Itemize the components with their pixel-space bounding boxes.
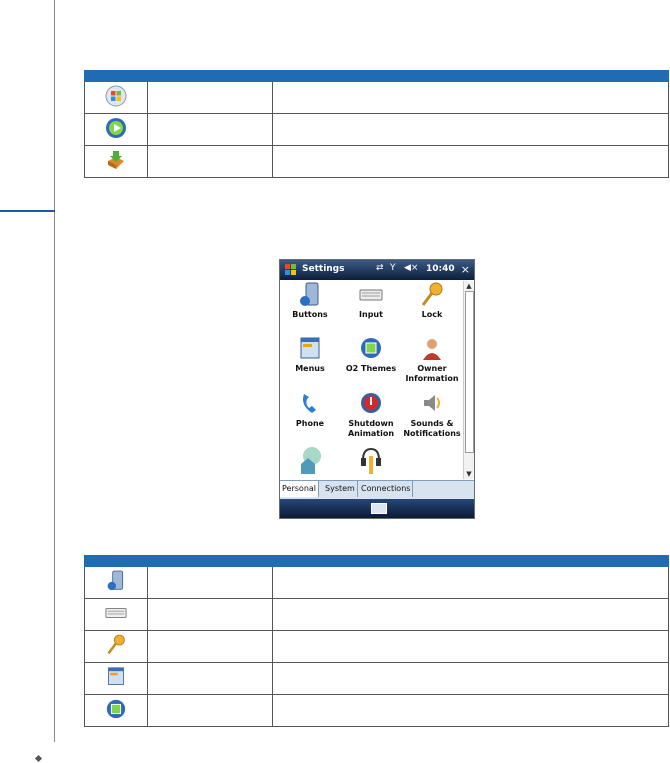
table-row <box>84 662 669 695</box>
scroll-down-icon[interactable]: ▼ <box>465 470 473 478</box>
themes-icon <box>84 694 148 727</box>
menus-icon <box>84 662 148 695</box>
icon-table-2 <box>84 555 669 727</box>
buttons-icon <box>300 282 319 306</box>
page-margin-line <box>54 0 55 742</box>
scroll-thumb[interactable] <box>465 291 474 453</box>
phone-icon <box>303 394 316 413</box>
table-row <box>84 598 669 631</box>
footer-bullet <box>34 754 43 763</box>
start-menu-icon <box>84 81 148 114</box>
keyboard-icon <box>359 289 383 301</box>
tab-system[interactable]: System <box>323 481 358 497</box>
key-icon <box>421 282 443 306</box>
signal-icon[interactable]: Y <box>390 263 396 273</box>
settings-item-lock[interactable]: Lock <box>402 282 462 320</box>
settings-item-o2-themes[interactable]: O2 Themes <box>341 336 401 374</box>
close-icon[interactable]: × <box>461 263 470 276</box>
settings-item-buttons[interactable]: Buttons <box>280 282 340 320</box>
connectivity-icon[interactable]: ⇄ <box>376 263 384 273</box>
sounds-icon <box>424 395 440 411</box>
device-screenshot: Settings ⇄ Y ◀× 10:40 × Buttons Input Lo… <box>279 259 475 519</box>
settings-item-voice-speed-dial[interactable] <box>341 446 401 476</box>
menus-icon <box>300 337 320 359</box>
keyboard-icon <box>84 598 148 631</box>
tab-personal[interactable]: Personal <box>280 481 320 497</box>
settings-item-menus[interactable]: Menus <box>280 336 340 374</box>
windows-start-icon[interactable] <box>284 263 297 276</box>
themes-icon <box>361 338 381 358</box>
scrollbar[interactable]: ▲ ▼ <box>463 281 474 479</box>
chapter-marker <box>0 210 55 212</box>
icon-table-1 <box>84 70 669 178</box>
table-row <box>84 145 669 178</box>
table-row <box>84 566 669 599</box>
keyboard-toggle-icon[interactable] <box>371 503 387 514</box>
settings-item-owner-information[interactable]: Owner Information <box>402 336 462 384</box>
key-icon <box>84 630 148 663</box>
settings-item-sounds-notifications[interactable]: Sounds & Notifications <box>402 391 462 439</box>
table-row <box>84 630 669 663</box>
settings-item-input[interactable]: Input <box>341 282 401 320</box>
table-row <box>84 694 669 727</box>
buttons-icon <box>84 566 148 599</box>
owner-icon <box>423 339 441 360</box>
table-row <box>84 113 669 146</box>
table-row <box>84 81 669 114</box>
title-bar: Settings ⇄ Y ◀× 10:40 × <box>280 260 474 280</box>
table-header-row <box>84 555 669 567</box>
scroll-up-icon[interactable]: ▲ <box>465 282 473 290</box>
settings-grid: Buttons Input Lock Menus O2 Themes Owner… <box>280 280 462 480</box>
home-icon <box>301 447 321 474</box>
window-title: Settings <box>302 264 345 274</box>
clock[interactable]: 10:40 <box>426 264 455 274</box>
settings-item-shutdown-animation[interactable]: Shutdown Animation <box>341 391 401 439</box>
headset-icon <box>361 447 381 474</box>
tab-bar: Personal System Connections <box>280 480 474 499</box>
tab-connections[interactable]: Connections <box>359 481 414 497</box>
shutdown-icon <box>361 393 381 413</box>
table-header-row <box>84 70 669 82</box>
download-box-icon <box>84 145 148 178</box>
settings-item-today[interactable] <box>280 446 340 476</box>
media-player-icon <box>84 113 148 146</box>
volume-icon[interactable]: ◀× <box>404 263 418 273</box>
bottom-bar <box>280 499 474 518</box>
settings-item-phone[interactable]: Phone <box>280 391 340 429</box>
